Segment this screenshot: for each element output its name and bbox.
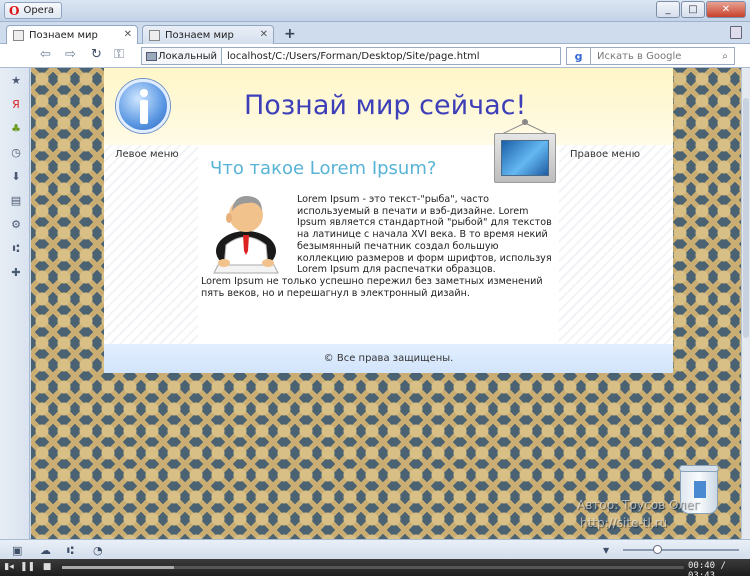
search-box[interactable]: g Искать в Google ⌕ xyxy=(566,47,735,65)
site-header: Познай мир сейчас! xyxy=(104,68,673,145)
close-tab-icon[interactable]: ✕ xyxy=(260,29,268,40)
yandex-icon[interactable]: Я xyxy=(10,98,22,111)
zoom-slider-knob[interactable] xyxy=(653,545,662,554)
site-footer: © Все права защищены. xyxy=(104,344,673,373)
address-bar[interactable]: Локальный localhost/C:/Users/Forman/Desk… xyxy=(141,47,561,65)
tab-page-active[interactable]: Познаем мир ✕ xyxy=(6,25,138,45)
zoom-slider[interactable] xyxy=(623,545,739,554)
watermark-author: Автор: Трусов Олег xyxy=(577,498,700,512)
local-badge[interactable]: Локальный xyxy=(142,48,223,64)
site-body: Левое меню Что такое Lorem Ipsum? Lorem … xyxy=(104,145,673,344)
add-panel-icon[interactable]: ✚ xyxy=(10,266,22,279)
right-menu-label: Правое меню xyxy=(570,149,640,160)
notes-icon[interactable]: ▤ xyxy=(10,194,22,207)
unite-status-icon[interactable]: ⑆ xyxy=(67,544,74,557)
tab-label: Познаем мир xyxy=(29,30,98,41)
right-column: Правое меню xyxy=(559,145,673,344)
close-window-button[interactable]: ✕ xyxy=(706,1,746,18)
tab-page-inactive[interactable]: Познаем мир ✕ xyxy=(142,25,274,44)
settings-gear-icon[interactable]: ⚙ xyxy=(10,218,22,231)
playback-time: 00:40 / 03:43 xyxy=(688,561,726,576)
maximize-button[interactable]: □ xyxy=(681,1,705,18)
google-engine-icon[interactable]: g xyxy=(567,48,591,64)
trash-can-icon[interactable] xyxy=(730,26,742,39)
widgets-icon[interactable]: ♣ xyxy=(10,122,22,135)
site-title: Познай мир сейчас! xyxy=(244,90,527,121)
turbo-cloud-icon[interactable]: ☁ xyxy=(40,544,51,557)
forward-arrow-icon[interactable]: ⇨ xyxy=(65,47,76,62)
tab-bar: Познаем мир ✕ Познаем мир ✕ + xyxy=(0,22,750,45)
tab-label: Познаем мир xyxy=(165,29,234,41)
key-icon[interactable]: ⚿ xyxy=(114,47,124,62)
left-column: Левое меню xyxy=(104,145,198,344)
seek-progress xyxy=(62,566,174,569)
opera-menu-label: Opera xyxy=(23,5,55,16)
status-bar: ▣ ☁ ⑆ ◔ ▼ xyxy=(0,539,750,559)
article-text-continued: Lorem Ipsum не только успешно пережил бе… xyxy=(201,275,543,299)
back-arrow-icon[interactable]: ⇦ xyxy=(40,47,51,62)
article-text-wrapped: Lorem Ipsum - это текст-"рыба", часто ис… xyxy=(297,194,552,276)
opera-logo-icon: O xyxy=(9,3,20,18)
step-back-icon[interactable]: ▮◂ xyxy=(2,561,16,574)
pause-icon[interactable]: ❚❚ xyxy=(20,561,35,574)
info-logo-icon xyxy=(116,79,170,133)
side-panel: ★ Я ♣ ◷ ⬇ ▤ ⚙ ⑆ ✚ xyxy=(0,68,30,539)
speed-dial-icon[interactable]: ◔ xyxy=(93,544,103,557)
seek-bar[interactable] xyxy=(62,566,684,569)
search-placeholder[interactable]: Искать в Google xyxy=(591,51,716,62)
web-page: Познай мир сейчас! Левое меню Что такое … xyxy=(104,68,673,373)
minimize-button[interactable]: _ xyxy=(656,1,680,18)
address-url[interactable]: localhost/C:/Users/Forman/Desktop/Site/p… xyxy=(222,51,480,62)
navigation-bar: ⇦ ⇨ ↻ ⚿ Локальный localhost/C:/Users/For… xyxy=(0,44,750,68)
new-tab-button[interactable]: + xyxy=(284,26,296,42)
history-clock-icon[interactable]: ◷ xyxy=(10,146,22,159)
bookmarks-star-icon[interactable]: ★ xyxy=(10,74,22,87)
unite-icon[interactable]: ⑆ xyxy=(10,242,22,255)
reload-icon[interactable]: ↻ xyxy=(91,47,102,62)
left-menu-label: Левое меню xyxy=(115,149,179,160)
page-favicon-icon xyxy=(13,30,24,41)
window-titlebar: O Opera _ □ ✕ xyxy=(0,0,750,22)
page-favicon-icon xyxy=(149,29,160,41)
search-icon[interactable]: ⌕ xyxy=(716,51,734,62)
picture-frame-icon xyxy=(494,119,556,183)
vertical-scrollbar[interactable] xyxy=(741,68,750,539)
panel-toggle-icon[interactable]: ▣ xyxy=(12,544,22,557)
downloads-icon[interactable]: ⬇ xyxy=(10,170,22,183)
stop-icon[interactable]: ■ xyxy=(40,561,54,574)
zoom-menu-icon[interactable]: ▼ xyxy=(603,546,609,555)
opera-menu-button[interactable]: O Opera xyxy=(4,2,62,19)
office-worker-icon xyxy=(213,195,279,274)
close-tab-icon[interactable]: ✕ xyxy=(124,29,132,40)
article-text: Lorem Ipsum - это текст-"рыба", часто ис… xyxy=(201,194,555,299)
video-player-bar: ▮◂ ❚❚ ■ 00:40 / 03:43 xyxy=(0,559,750,576)
watermark-url: http://site-tl.ru xyxy=(580,516,668,530)
article-title: Что такое Lorem Ipsum? xyxy=(210,158,437,179)
